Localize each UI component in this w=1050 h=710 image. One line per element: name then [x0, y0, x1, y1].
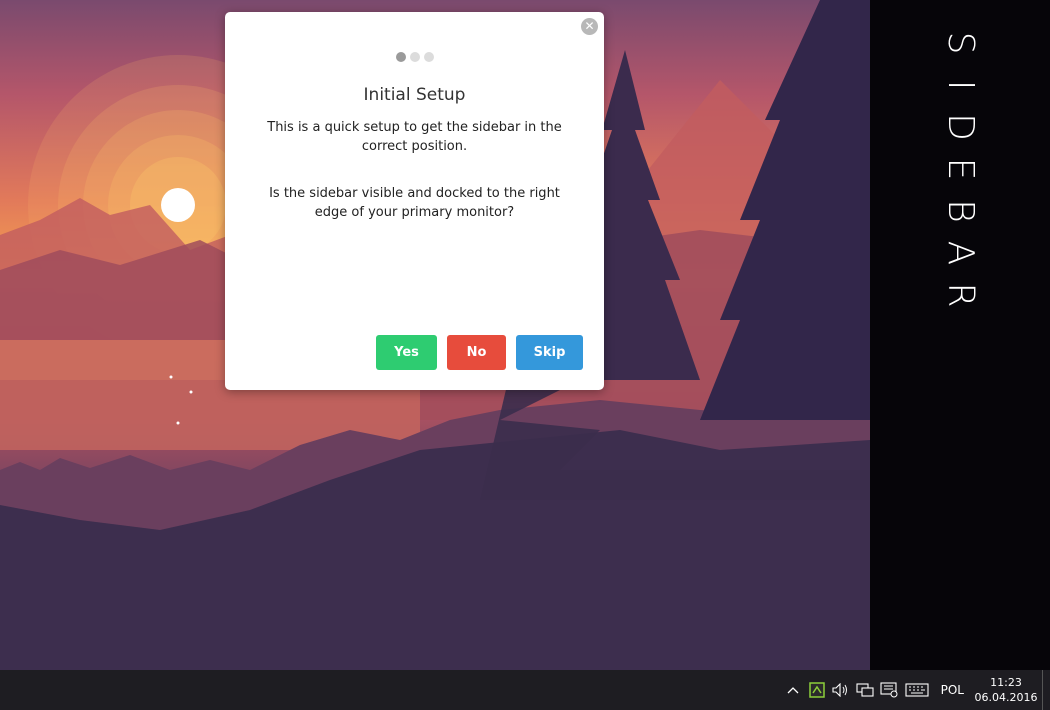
- yes-button[interactable]: Yes: [376, 335, 437, 370]
- dialog-title: Initial Setup: [363, 85, 466, 105]
- step-dot-1: [395, 52, 406, 62]
- sidebar-title-letter: A: [940, 240, 981, 266]
- skip-button[interactable]: Skip: [516, 335, 583, 370]
- chevron-up-icon[interactable]: [781, 670, 805, 710]
- language-indicator[interactable]: POL: [941, 683, 964, 697]
- step-indicator: [225, 52, 604, 62]
- step-dot-3: [423, 52, 434, 62]
- system-tray: POL 11:23 06.04.2016: [781, 670, 1050, 710]
- clock[interactable]: 11:23 06.04.2016: [974, 675, 1038, 705]
- network-icon[interactable]: [853, 670, 877, 710]
- sidebar-title-letter: S: [940, 31, 981, 55]
- sidebar-title: S I D E B A R: [940, 22, 981, 316]
- no-button[interactable]: No: [447, 335, 506, 370]
- show-desktop-button[interactable]: [1042, 670, 1050, 710]
- taskbar: POL 11:23 06.04.2016: [0, 670, 1050, 710]
- keyboard-icon[interactable]: [901, 670, 933, 710]
- app-icon[interactable]: [805, 670, 829, 710]
- sidebar-title-letter: D: [940, 113, 981, 141]
- close-icon[interactable]: ✕: [581, 18, 598, 35]
- volume-icon[interactable]: [829, 670, 853, 710]
- sidebar-title-letter: R: [940, 282, 981, 308]
- clock-time: 11:23: [990, 676, 1022, 689]
- step-dot-2: [409, 52, 420, 62]
- dialog-question-text: Is the sidebar visible and docked to the…: [269, 186, 560, 220]
- clock-date: 06.04.2016: [974, 691, 1038, 704]
- sidebar-title-letter: B: [940, 199, 981, 223]
- setup-dialog: ✕ Initial Setup This is a quick setup to…: [225, 12, 604, 390]
- sun: [161, 188, 195, 222]
- sidebar-title-letter: E: [940, 157, 981, 181]
- action-center-icon[interactable]: [877, 670, 901, 710]
- dialog-intro-text: This is a quick setup to get the sidebar…: [267, 120, 562, 154]
- sidebar-title-letter: I: [940, 79, 981, 91]
